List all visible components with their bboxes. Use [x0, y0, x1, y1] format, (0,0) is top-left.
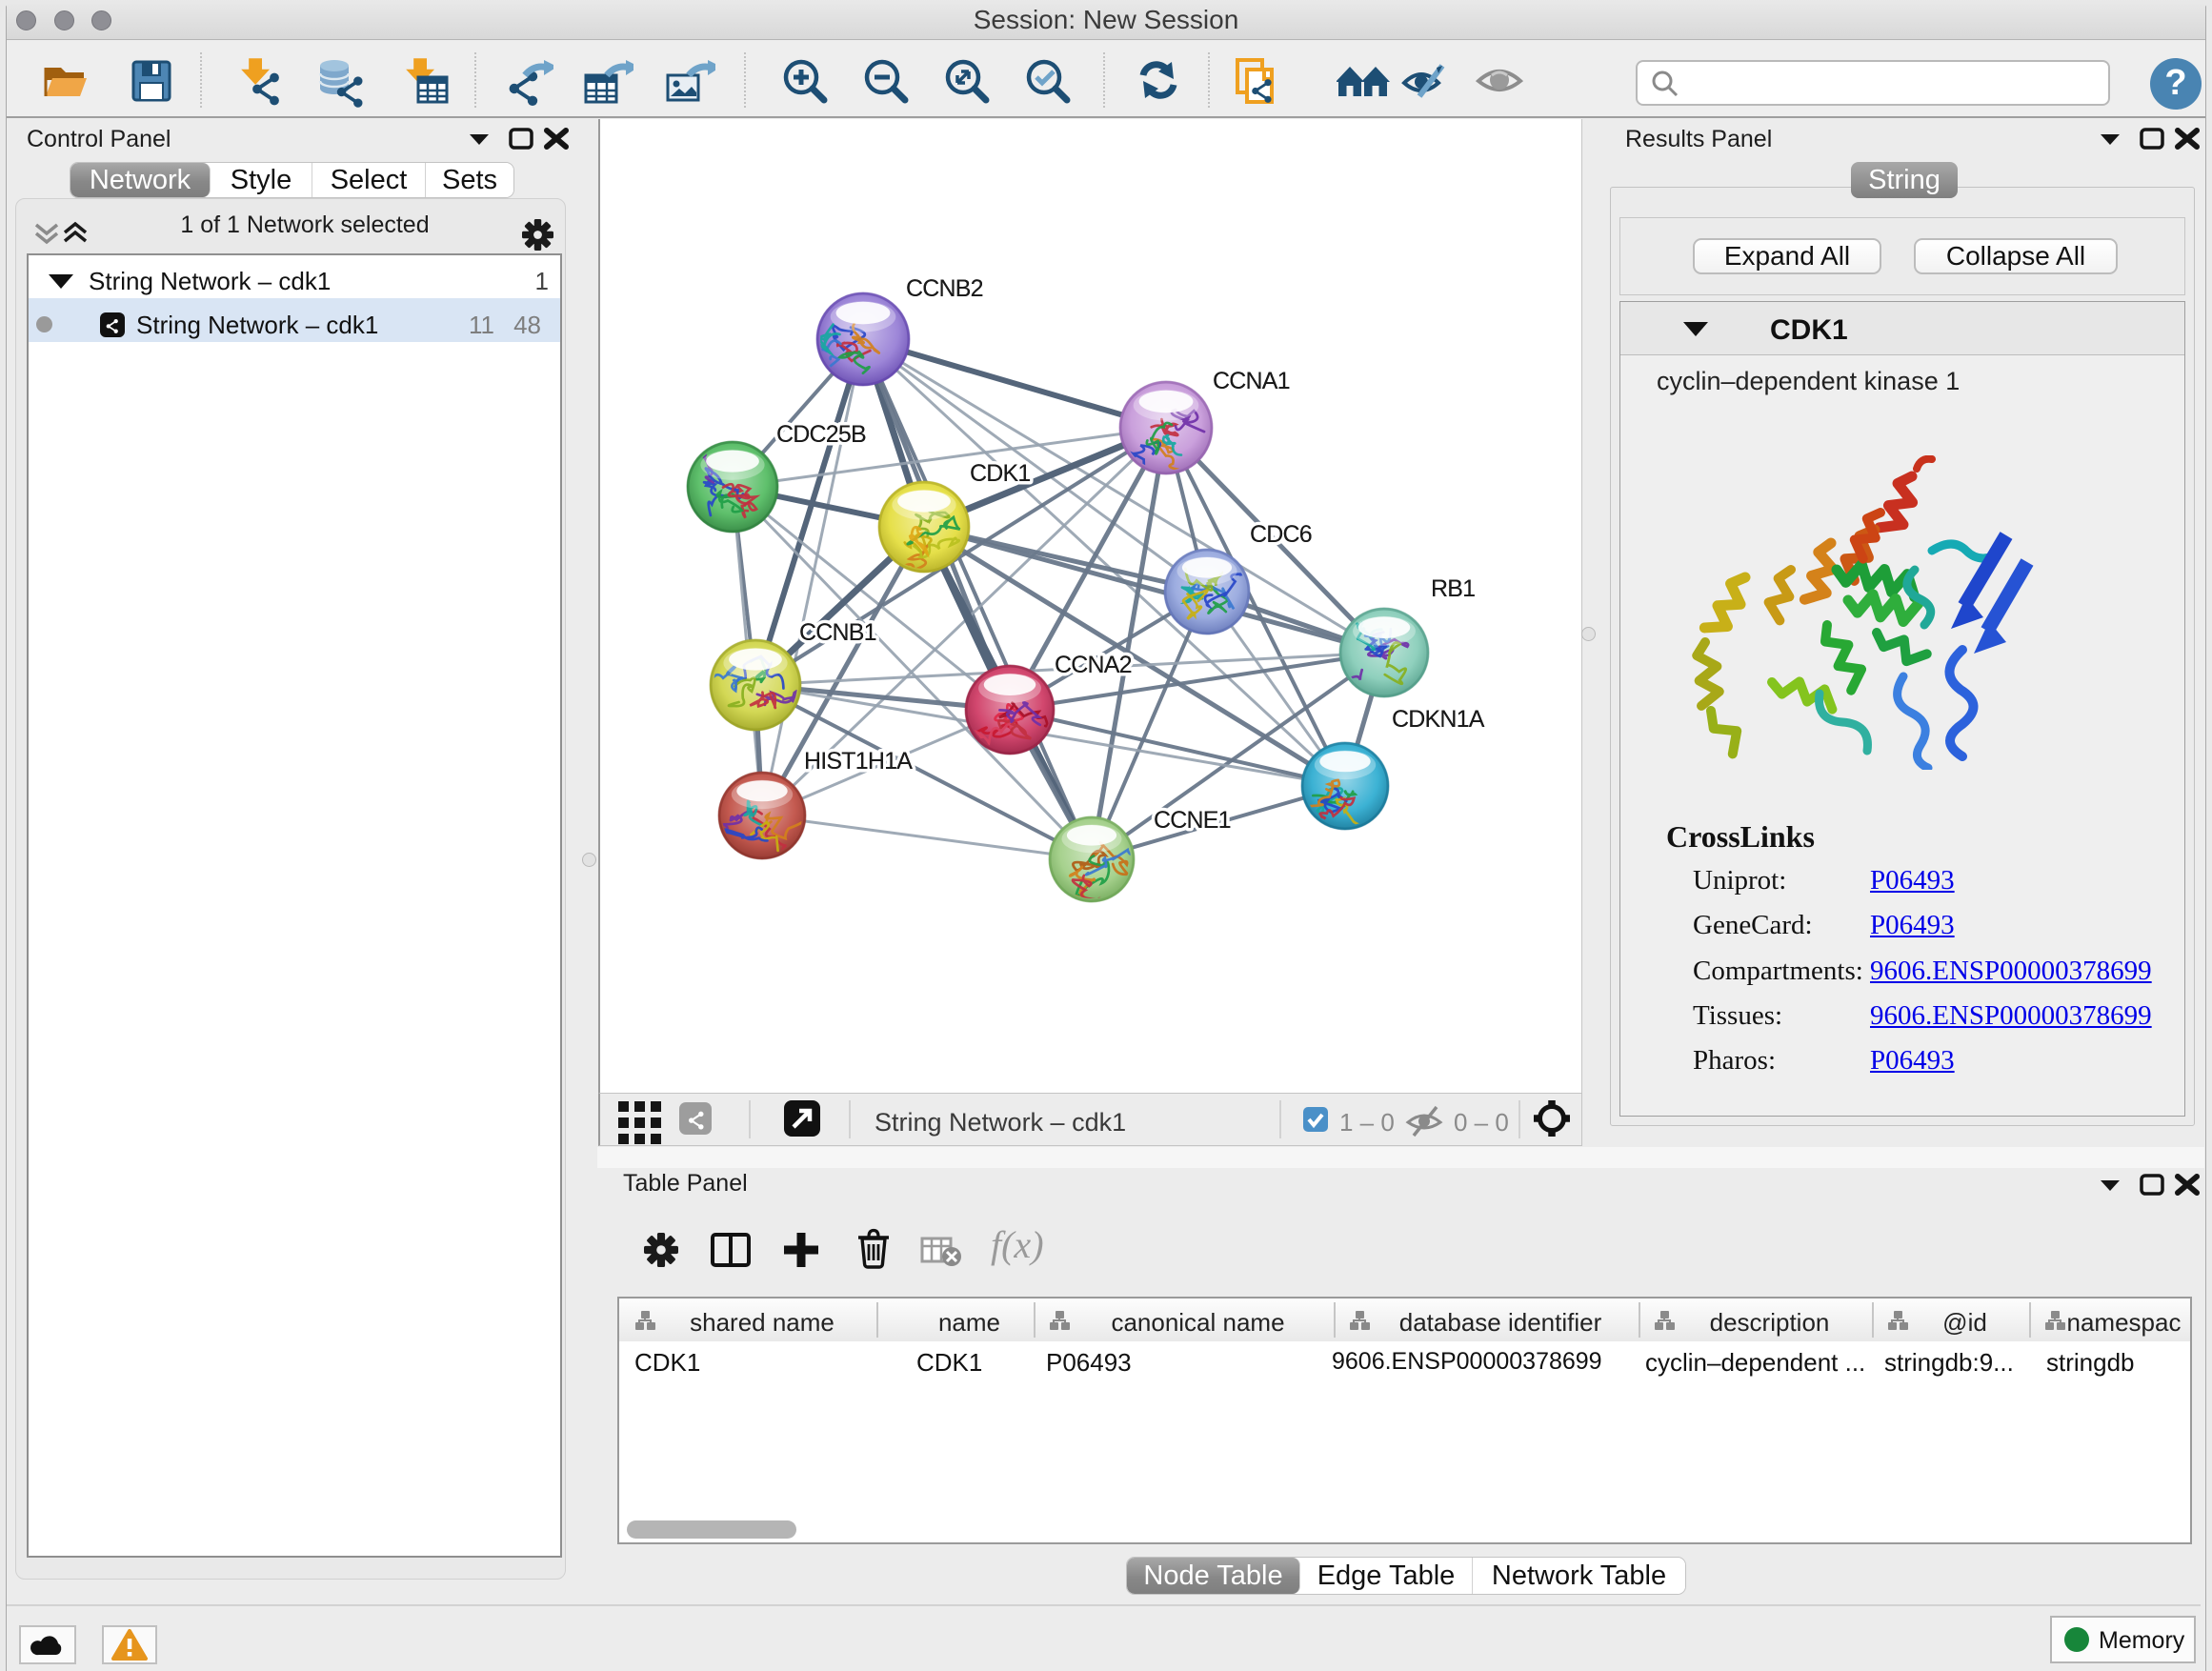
svg-text:CCNA2: CCNA2 — [1055, 652, 1132, 678]
svg-text:CDC6: CDC6 — [1250, 521, 1312, 548]
svg-text:CCNA1: CCNA1 — [1213, 368, 1290, 394]
svg-text:CCNE1: CCNE1 — [1154, 807, 1231, 834]
svg-text:CDC25B: CDC25B — [776, 421, 866, 448]
svg-text:CDKN1A: CDKN1A — [1392, 706, 1485, 733]
svg-text:CDK1: CDK1 — [970, 460, 1031, 487]
svg-text:CCNB1: CCNB1 — [799, 619, 876, 646]
svg-text:RB1: RB1 — [1431, 575, 1475, 602]
svg-text:HIST1H1A: HIST1H1A — [804, 748, 913, 775]
svg-text:CCNB2: CCNB2 — [906, 275, 983, 302]
